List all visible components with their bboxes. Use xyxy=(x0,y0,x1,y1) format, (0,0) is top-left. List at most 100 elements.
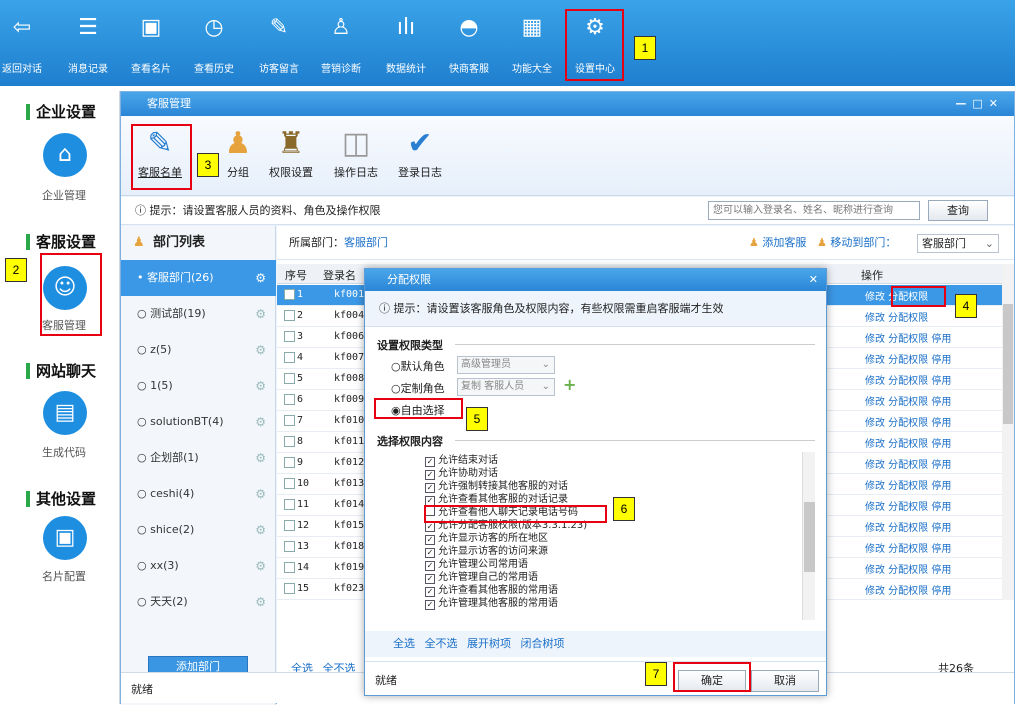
permission-item[interactable]: ✓ 允许查看其他客服的常用语 xyxy=(425,584,558,597)
checkbox-checked-icon[interactable]: ✓ xyxy=(425,587,435,597)
row-checkbox[interactable] xyxy=(284,310,295,321)
nav-item-label[interactable]: 企业管理 xyxy=(8,187,120,203)
row-actions[interactable]: 修改 分配权限 停用 xyxy=(865,477,951,492)
checkbox-checked-icon[interactable]: ✓ xyxy=(425,548,435,558)
checkbox-checked-icon[interactable]: ✓ xyxy=(425,561,435,571)
maximize-icon[interactable]: □ xyxy=(972,97,988,110)
checkbox-checked-icon[interactable]: ✓ xyxy=(425,457,435,467)
row-checkbox[interactable] xyxy=(284,352,295,363)
toolbar-view-card[interactable]: ▣ 查看名片 xyxy=(126,0,176,86)
checkbox-checked-icon[interactable]: ✓ xyxy=(425,470,435,480)
permission-item[interactable]: ✓ 允许强制转接其他客服的对话 xyxy=(425,480,568,493)
row-actions[interactable]: 修改 分配权限 停用 xyxy=(865,351,951,366)
permission-scrollbar[interactable] xyxy=(802,452,815,620)
code-window-icon[interactable]: ▤ xyxy=(43,391,87,435)
gear-icon[interactable]: ⚙ xyxy=(255,584,266,620)
plus-icon[interactable]: + xyxy=(563,375,576,394)
checkbox-checked-icon[interactable]: ✓ xyxy=(425,535,435,545)
toolbar-message-record[interactable]: ☰ 消息记录 xyxy=(60,0,116,86)
row-actions[interactable]: 修改 分配权限 停用 xyxy=(865,372,951,387)
gear-icon[interactable]: ⚙ xyxy=(255,476,266,512)
row-actions[interactable]: 修改 分配权限 停用 xyxy=(865,435,951,450)
row-checkbox[interactable] xyxy=(284,562,295,573)
move-department-select[interactable]: 客服部门 ⌄ xyxy=(917,234,999,253)
search-button[interactable]: 查询 xyxy=(928,200,988,221)
home-icon[interactable]: ⌂ xyxy=(43,133,87,177)
close-icon[interactable]: ✕ xyxy=(989,97,1004,110)
checkbox-checked-icon[interactable]: ✓ xyxy=(425,574,435,584)
department-item[interactable]: ○ xx(3) ⚙ xyxy=(121,548,276,584)
minimize-icon[interactable]: — xyxy=(955,97,972,110)
department-item[interactable]: ○ 1(5) ⚙ xyxy=(121,368,276,404)
permission-item[interactable]: ✓ 允许显示访客的访问来源 xyxy=(425,545,548,558)
toolbar-data-stats[interactable]: ılı 数据统计 xyxy=(381,0,431,86)
checkbox-checked-icon[interactable]: ✓ xyxy=(425,483,435,493)
row-checkbox[interactable] xyxy=(284,415,295,426)
gear-icon[interactable]: ⚙ xyxy=(255,404,266,440)
default-role-select[interactable]: 高级管理员 ⌄ xyxy=(457,356,555,374)
row-checkbox[interactable] xyxy=(284,520,295,531)
row-actions[interactable]: 修改 分配权限 停用 xyxy=(865,414,951,429)
department-item[interactable]: ○ z(5) ⚙ xyxy=(121,332,276,368)
row-actions[interactable]: 修改 分配权限 停用 xyxy=(865,582,951,597)
row-checkbox[interactable] xyxy=(284,583,295,594)
toolbar-visitor-message[interactable]: ✎ 访客留言 xyxy=(254,0,304,86)
row-checkbox[interactable] xyxy=(284,541,295,552)
row-checkbox[interactable] xyxy=(284,436,295,447)
row-checkbox[interactable] xyxy=(284,394,295,405)
gear-icon[interactable]: ⚙ xyxy=(255,368,266,404)
row-actions[interactable]: 修改 分配权限 停用 xyxy=(865,540,951,555)
gear-icon[interactable]: ⚙ xyxy=(255,440,266,476)
close-icon[interactable]: ✕ xyxy=(809,269,818,291)
custom-role-select[interactable]: 复制 客服人员 ⌄ xyxy=(457,378,555,396)
row-checkbox[interactable] xyxy=(284,373,295,384)
permission-item[interactable]: ✓ 允许协助对话 xyxy=(425,467,498,480)
row-actions[interactable]: 修改 分配权限 停用 xyxy=(865,393,951,408)
row-checkbox[interactable] xyxy=(284,499,295,510)
department-item[interactable]: ○ 企划部(1) ⚙ xyxy=(121,440,276,476)
row-actions[interactable]: 修改 分配权限 xyxy=(865,309,928,324)
toolbar-kuaishang-service[interactable]: ◓ 快商客服 xyxy=(444,0,494,86)
checkbox-checked-icon[interactable]: ✓ xyxy=(425,522,435,532)
row-checkbox[interactable] xyxy=(284,331,295,342)
row-actions[interactable]: 修改 分配权限 停用 xyxy=(865,330,951,345)
radio-custom-role[interactable]: ○定制角色 xyxy=(391,380,445,396)
nav-item-label[interactable]: 生成代码 xyxy=(8,444,120,460)
cancel-button[interactable]: 取消 xyxy=(751,670,819,692)
row-actions[interactable]: 修改 分配权限 停用 xyxy=(865,519,951,534)
select-all-link[interactable]: 全选 xyxy=(393,637,415,650)
row-checkbox[interactable] xyxy=(284,478,295,489)
department-item[interactable]: • 客服部门(26) ⚙ xyxy=(121,260,276,296)
expand-tree-link[interactable]: 展开树项 xyxy=(467,637,511,650)
permission-item[interactable]: ✓ 允许管理公司常用语 xyxy=(425,558,528,571)
gear-icon[interactable]: ⚙ xyxy=(255,260,266,296)
gear-icon[interactable]: ⚙ xyxy=(255,512,266,548)
permission-item[interactable]: ✓ 允许结束对话 xyxy=(425,454,498,467)
department-item[interactable]: ○ 测试部(19) ⚙ xyxy=(121,296,276,332)
select-none-link[interactable]: 全不选 xyxy=(425,637,458,650)
department-item[interactable]: ○ solutionBT(4) ⚙ xyxy=(121,404,276,440)
toolbar-marketing-diagnose[interactable]: ♙ 营销诊断 xyxy=(316,0,366,86)
permission-item[interactable]: ✓ 允许管理其他客服的常用语 xyxy=(425,597,558,610)
tool-group[interactable]: ♟ 分组 xyxy=(216,124,260,190)
tool-permission-settings[interactable]: ♜ 权限设置 xyxy=(263,124,319,190)
toolbar-back-chat[interactable]: ⇦ 返回对话 xyxy=(0,0,44,86)
search-input[interactable]: 您可以输入登录名、姓名、昵称进行查询 xyxy=(708,201,920,220)
gear-icon[interactable]: ⚙ xyxy=(255,332,266,368)
gear-icon[interactable]: ⚙ xyxy=(255,548,266,584)
toolbar-view-history[interactable]: ◷ 查看历史 xyxy=(189,0,239,86)
tool-login-log[interactable]: ✔ 登录日志 xyxy=(392,124,448,190)
toolbar-all-functions[interactable]: ▦ 功能大全 xyxy=(507,0,557,86)
row-checkbox[interactable] xyxy=(284,289,295,300)
collapse-tree-link[interactable]: 闭合树项 xyxy=(521,637,565,650)
permission-item[interactable]: ✓ 允许管理自己的常用语 xyxy=(425,571,538,584)
tool-operation-log[interactable]: ◫ 操作日志 xyxy=(328,124,384,190)
department-item[interactable]: ○ 天天(2) ⚙ xyxy=(121,584,276,620)
row-checkbox[interactable] xyxy=(284,457,295,468)
id-card-icon[interactable]: ▣ xyxy=(43,516,87,560)
gear-icon[interactable]: ⚙ xyxy=(255,296,266,332)
row-actions[interactable]: 修改 分配权限 停用 xyxy=(865,561,951,576)
permission-item[interactable]: ✓ 允许显示访客的所在地区 xyxy=(425,532,548,545)
nav-item-label[interactable]: 名片配置 xyxy=(8,568,120,584)
department-item[interactable]: ○ ceshi(4) ⚙ xyxy=(121,476,276,512)
